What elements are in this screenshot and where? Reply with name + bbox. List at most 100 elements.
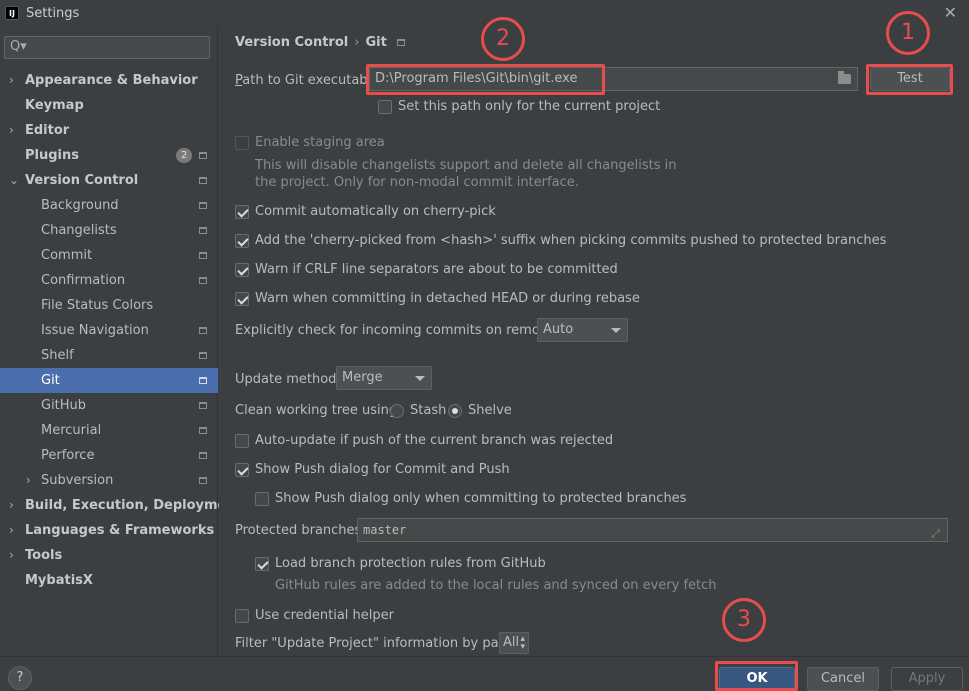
auto-update-label: Auto-update if push of the current branc…: [255, 433, 614, 448]
project-settings-icon: [199, 177, 207, 184]
ok-button[interactable]: OK: [719, 667, 795, 691]
warn-detached-checkbox[interactable]: [235, 292, 249, 306]
sidebar-item-label: Tools: [25, 548, 63, 563]
help-button[interactable]: ?: [8, 666, 32, 690]
update-method-dropdown[interactable]: Merge: [336, 366, 432, 390]
cancel-button[interactable]: Cancel: [807, 667, 879, 691]
explicit-check-value: Auto: [543, 322, 574, 337]
chevron-down-icon: [415, 376, 425, 381]
enable-staging-label: Enable staging area: [255, 135, 385, 150]
sidebar-item-label: Subversion: [41, 473, 114, 488]
sidebar-item-label: Commit: [41, 248, 93, 263]
sidebar-item-label: Perforce: [41, 448, 95, 463]
dialog-footer: ? OK Cancel Apply: [0, 656, 969, 691]
protected-branches-value: master: [363, 523, 407, 537]
sidebar-item-issue-navigation[interactable]: Issue Navigation: [0, 318, 218, 343]
sidebar-item-file-status-colors[interactable]: File Status Colors: [0, 293, 218, 318]
project-settings-icon: [199, 352, 207, 359]
sidebar-item-mybatisx[interactable]: MybatisX: [0, 568, 218, 593]
project-settings-icon: [199, 252, 207, 259]
sidebar-item-label: Languages & Frameworks: [25, 523, 215, 538]
sidebar-item-label: Changelists: [41, 223, 117, 238]
chevron-right-icon[interactable]: ›: [9, 543, 14, 568]
credential-helper-checkbox[interactable]: [235, 609, 249, 623]
shelve-radio[interactable]: [448, 404, 462, 418]
clean-tree-label: Clean working tree using:: [235, 403, 402, 418]
search-icon: Q▾: [10, 39, 27, 54]
update-count-badge: 2: [176, 148, 192, 163]
chevron-down-icon: [611, 328, 621, 333]
sidebar-item-subversion[interactable]: › Subversion: [0, 468, 218, 493]
chevron-right-icon[interactable]: ›: [9, 68, 14, 93]
staging-help-line-1: This will disable changelists support an…: [255, 158, 677, 173]
stash-radio[interactable]: [390, 404, 404, 418]
sidebar-item-label: GitHub: [41, 398, 87, 413]
explicit-check-label: Explicitly check for incoming commits on…: [235, 323, 565, 338]
update-method-label: Update method:: [235, 372, 341, 387]
title-bar: IJ Settings ✕: [0, 0, 969, 26]
show-push-label: Show Push dialog for Commit and Push: [255, 462, 510, 477]
close-icon[interactable]: ✕: [944, 3, 957, 22]
search-input[interactable]: Q▾: [4, 36, 210, 59]
sidebar-item-github[interactable]: GitHub: [0, 393, 218, 418]
sidebar-item-label: Background: [41, 198, 119, 213]
path-to-git-label: Path to Git executable:: [235, 73, 384, 88]
sidebar-item-plugins[interactable]: Plugins 2: [0, 143, 218, 168]
expand-icon[interactable]: ⤢: [931, 523, 940, 545]
protected-branches-field[interactable]: master ⤢: [357, 518, 948, 542]
filter-dropdown[interactable]: All ▴ ▾: [499, 632, 529, 654]
git-path-value: D:\Program Files\Git\bin\git.exe: [375, 71, 578, 86]
sidebar-item-background[interactable]: Background: [0, 193, 218, 218]
load-rules-checkbox[interactable]: [255, 557, 269, 571]
sidebar-item-mercurial[interactable]: Mercurial: [0, 418, 218, 443]
git-settings-panel: Version Control › Git Path to Git executab…: [219, 26, 969, 656]
auto-update-checkbox[interactable]: [235, 434, 249, 448]
window-title: Settings: [26, 5, 80, 21]
project-settings-icon: [396, 39, 405, 46]
add-suffix-checkbox[interactable]: [235, 234, 249, 248]
sidebar-item-commit[interactable]: Commit: [0, 243, 218, 268]
sidebar-item-build-execution-deployment[interactable]: › Build, Execution, Deployment: [0, 493, 242, 518]
set-path-only-checkbox[interactable]: [378, 100, 392, 114]
chevron-right-icon[interactable]: ›: [9, 493, 14, 518]
sidebar-item-label: Shelf: [41, 348, 74, 363]
breadcrumb-parent[interactable]: Version Control: [235, 35, 348, 50]
sidebar-item-editor[interactable]: › Editor: [0, 118, 218, 143]
sidebar-item-confirmation[interactable]: Confirmation: [0, 268, 218, 293]
folder-icon[interactable]: [838, 71, 851, 84]
sidebar-item-git[interactable]: Git: [0, 368, 218, 393]
chevron-right-icon[interactable]: ›: [9, 518, 14, 543]
commit-cherry-pick-label: Commit automatically on cherry-pick: [255, 204, 496, 219]
sidebar-item-languages-frameworks[interactable]: › Languages & Frameworks: [0, 518, 218, 543]
sidebar-item-perforce[interactable]: Perforce: [0, 443, 218, 468]
test-button[interactable]: Test: [870, 67, 950, 91]
sidebar-item-keymap[interactable]: Keymap: [0, 93, 218, 118]
explicit-check-dropdown[interactable]: Auto: [537, 318, 628, 342]
git-path-field[interactable]: D:\Program Files\Git\bin\git.exe: [369, 67, 858, 91]
chevron-right-icon[interactable]: ›: [26, 468, 31, 493]
breadcrumb-current: Git: [365, 35, 387, 50]
show-push-protected-checkbox[interactable]: [255, 492, 269, 506]
warn-detached-label: Warn when committing in detached HEAD or…: [255, 291, 640, 306]
sidebar-item-appearance-behavior[interactable]: › Appearance & Behavior: [0, 68, 218, 93]
show-push-checkbox[interactable]: [235, 463, 249, 477]
sidebar-item-shelf[interactable]: Shelf: [0, 343, 218, 368]
commit-cherry-pick-checkbox[interactable]: [235, 205, 249, 219]
sidebar-item-label: Plugins: [25, 148, 79, 163]
credential-helper-label: Use credential helper: [255, 608, 394, 623]
breadcrumb-separator: ›: [354, 35, 360, 50]
sidebar-item-changelists[interactable]: Changelists: [0, 218, 218, 243]
updown-icon: ▴ ▾: [520, 634, 525, 652]
sidebar-item-label: Appearance & Behavior: [25, 73, 198, 88]
sidebar-item-label: Version Control: [25, 173, 139, 188]
chevron-right-icon[interactable]: ›: [9, 118, 14, 143]
sidebar-item-version-control[interactable]: ⌄ Version Control: [0, 168, 218, 193]
stash-label: Stash: [410, 403, 447, 418]
sidebar-item-tools[interactable]: › Tools: [0, 543, 218, 568]
warn-crlf-checkbox[interactable]: [235, 263, 249, 277]
load-rules-help: GitHub rules are added to the local rule…: [275, 578, 717, 593]
chevron-down-icon[interactable]: ⌄: [9, 168, 19, 193]
warn-crlf-label: Warn if CRLF line separators are about t…: [255, 262, 618, 277]
apply-button[interactable]: Apply: [891, 667, 963, 691]
enable-staging-checkbox[interactable]: [235, 136, 249, 150]
